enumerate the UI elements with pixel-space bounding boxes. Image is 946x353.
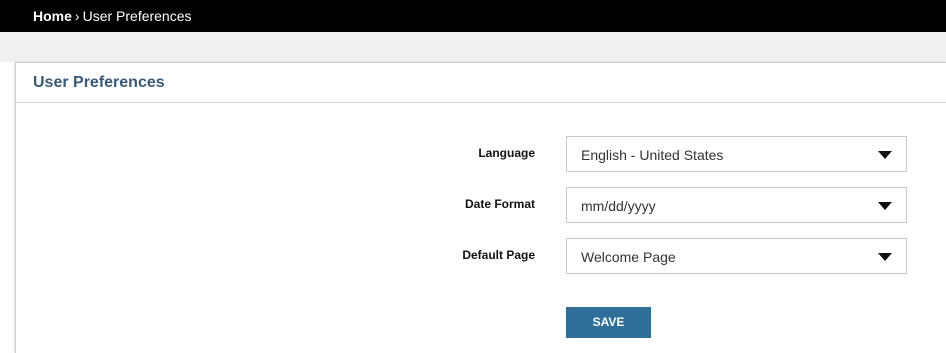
breadcrumb-current: User Preferences — [82, 8, 192, 24]
breadcrumb-home-link[interactable]: Home — [33, 8, 72, 24]
language-label-wrap: Language — [335, 146, 535, 162]
save-button[interactable]: SAVE — [566, 307, 651, 338]
language-select[interactable]: English - United States — [566, 136, 907, 172]
date-format-label-wrap: Date Format — [335, 197, 535, 213]
default-page-label-wrap: Default Page — [335, 248, 535, 264]
breadcrumb-separator: › — [74, 8, 80, 24]
caret-down-icon — [878, 202, 892, 210]
caret-down-icon — [878, 253, 892, 261]
default-page-select[interactable]: Welcome Page — [566, 238, 907, 274]
page-title: User Preferences — [33, 74, 165, 91]
caret-down-icon — [878, 151, 892, 159]
date-format-select[interactable]: mm/dd/yyyy — [566, 187, 907, 223]
date-format-label: Date Format — [464, 197, 535, 211]
default-page-label: Default Page — [462, 248, 535, 262]
date-format-select-value: mm/dd/yyyy — [581, 198, 656, 214]
header-spacer — [0, 32, 946, 62]
language-label: Language — [478, 146, 535, 160]
default-page-select-value: Welcome Page — [581, 249, 676, 265]
page: Home › User Preferences User Preferences L… — [0, 0, 946, 353]
breadcrumb: Home › User Preferences — [33, 8, 192, 24]
language-select-value: English - United States — [581, 147, 724, 163]
top-bar: Home › User Preferences — [0, 0, 946, 32]
panel-header: User Preferences — [16, 63, 946, 103]
